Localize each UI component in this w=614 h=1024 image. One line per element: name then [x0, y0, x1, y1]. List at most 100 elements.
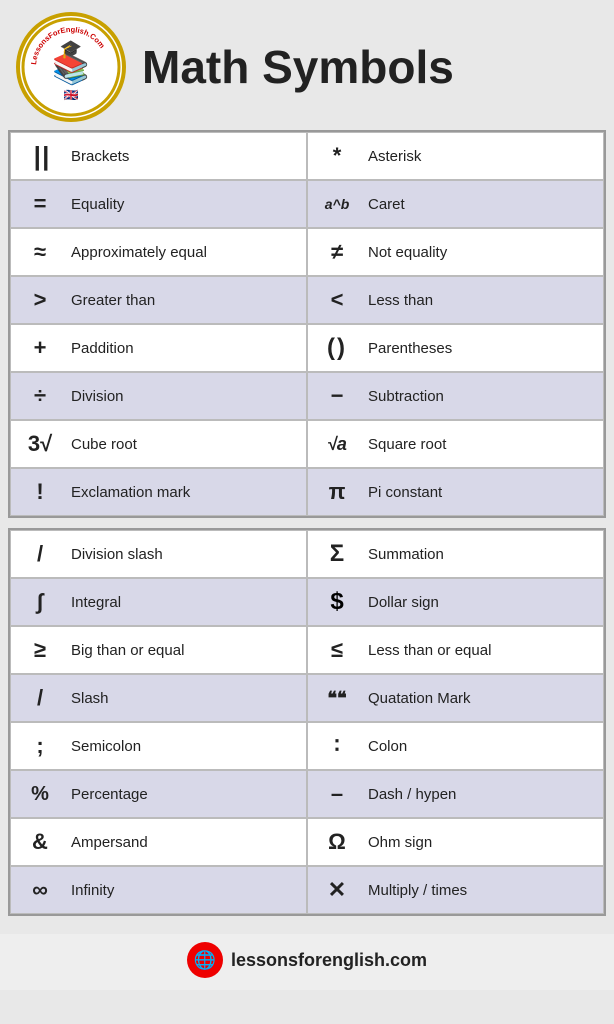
table-row: () Parentheses [307, 324, 604, 372]
symbol-label: Division [71, 388, 298, 405]
symbol: * [316, 143, 358, 169]
symbol: Σ [316, 540, 358, 568]
symbol: ; [19, 733, 61, 759]
symbol: Ω [316, 829, 358, 855]
symbol-label: Division slash [71, 546, 298, 563]
table-row: / Slash [10, 674, 307, 722]
table-row: ≠ Not equality [307, 228, 604, 276]
symbol: > [19, 287, 61, 313]
symbol-label: Ampersand [71, 834, 298, 851]
symbol: ≈ [19, 239, 61, 265]
table-section-2: / Division slash Σ Summation ∫ Integral … [8, 528, 606, 916]
symbol: = [19, 191, 61, 217]
symbol: | | [19, 141, 61, 172]
symbol-label: Dollar sign [368, 594, 595, 611]
table-row: < Less than [307, 276, 604, 324]
symbol: √a [316, 434, 358, 455]
table-row: > Greater than [10, 276, 307, 324]
table-row: – Dash / hypen [307, 770, 604, 818]
symbol: π [316, 479, 358, 505]
symbol-label: Subtraction [368, 388, 595, 405]
symbol: % [19, 783, 61, 806]
content-area: | | Brackets * Asterisk = Equality a^b C… [0, 130, 614, 934]
symbol: + [19, 335, 61, 361]
page-header: LessonsForEnglish.Com 📚 🎓 🇬🇧 Math Symbol… [0, 0, 614, 130]
table-row: ∞ Infinity [10, 866, 307, 914]
symbol-label: Not equality [368, 244, 595, 261]
symbol-label: Pi constant [368, 484, 595, 501]
table-row: | | Brackets [10, 132, 307, 180]
symbol-label: Dash / hypen [368, 786, 595, 803]
table-row: Ω Ohm sign [307, 818, 604, 866]
symbol: ✕ [316, 877, 358, 903]
symbol-label: Greater than [71, 292, 298, 309]
table-row: * Asterisk [307, 132, 604, 180]
table-row: ❝❝ Quatation Mark [307, 674, 604, 722]
symbol: ∫ [19, 589, 61, 615]
table-row: a^b Caret [307, 180, 604, 228]
page-footer: 🌐 lessonsforenglish.com [0, 934, 614, 990]
symbol-label: Multiply / times [368, 882, 595, 899]
symbol-label: Exclamation mark [71, 484, 298, 501]
table-row: ✕ Multiply / times [307, 866, 604, 914]
symbol: / [19, 541, 61, 567]
table-row: ≈ Approximately equal [10, 228, 307, 276]
table-row: % Percentage [10, 770, 307, 818]
symbol: / [19, 685, 61, 711]
symbol: a^b [316, 196, 358, 212]
table-row: 3√ Cube root [10, 420, 307, 468]
symbol: ∶ [316, 733, 358, 759]
symbol-label: Big than or equal [71, 642, 298, 659]
globe-symbol: 🌐 [194, 950, 216, 971]
table-row: ; Semicolon [10, 722, 307, 770]
page-title: Math Symbols [142, 40, 454, 94]
table-row: + Paddition [10, 324, 307, 372]
symbol-label: Integral [71, 594, 298, 611]
footer-url: lessonsforenglish.com [231, 950, 427, 971]
table-grid-1: | | Brackets * Asterisk = Equality a^b C… [10, 132, 604, 516]
svg-text:🇬🇧: 🇬🇧 [64, 88, 79, 102]
symbol-label: Approximately equal [71, 244, 298, 261]
symbol-label: Asterisk [368, 148, 595, 165]
table-row: = Equality [10, 180, 307, 228]
symbol-label: Square root [368, 436, 595, 453]
table-section-1: | | Brackets * Asterisk = Equality a^b C… [8, 130, 606, 518]
symbol-label: Less than [368, 292, 595, 309]
symbol-label: Percentage [71, 786, 298, 803]
table-row: / Division slash [10, 530, 307, 578]
symbol-label: Paddition [71, 340, 298, 357]
symbol-label: Cube root [71, 436, 298, 453]
symbol-label: Infinity [71, 882, 298, 899]
symbol: – [316, 781, 358, 807]
symbol-label: Ohm sign [368, 834, 595, 851]
svg-text:🎓: 🎓 [60, 39, 82, 59]
symbol: ÷ [19, 383, 61, 409]
table-grid-2: / Division slash Σ Summation ∫ Integral … [10, 530, 604, 914]
symbol-label: Equality [71, 196, 298, 213]
symbol: − [316, 383, 358, 409]
symbol: ❝❝ [316, 688, 358, 709]
table-row: ≥ Big than or equal [10, 626, 307, 674]
table-row: − Subtraction [307, 372, 604, 420]
symbol-label: Parentheses [368, 340, 595, 357]
table-row: $ Dollar sign [307, 578, 604, 626]
symbol: $ [316, 588, 358, 616]
table-row: ∫ Integral [10, 578, 307, 626]
symbol: ≥ [19, 637, 61, 663]
symbol-label: Less than or equal [368, 642, 595, 659]
table-row: √a Square root [307, 420, 604, 468]
symbol: < [316, 287, 358, 313]
logo: LessonsForEnglish.Com 📚 🎓 🇬🇧 [16, 12, 126, 122]
symbol-label: Summation [368, 546, 595, 563]
symbol: ∞ [19, 877, 61, 903]
symbol: ≠ [316, 239, 358, 265]
symbol-label: Slash [71, 690, 298, 707]
table-row: & Ampersand [10, 818, 307, 866]
symbol: ≤ [316, 637, 358, 663]
symbol: ! [19, 479, 61, 505]
logo-svg: LessonsForEnglish.Com 📚 🎓 🇬🇧 [21, 17, 121, 117]
symbol-label: Caret [368, 196, 595, 213]
symbol-label: Quatation Mark [368, 690, 595, 707]
footer-globe-icon: 🌐 [187, 942, 223, 978]
table-row: Σ Summation [307, 530, 604, 578]
